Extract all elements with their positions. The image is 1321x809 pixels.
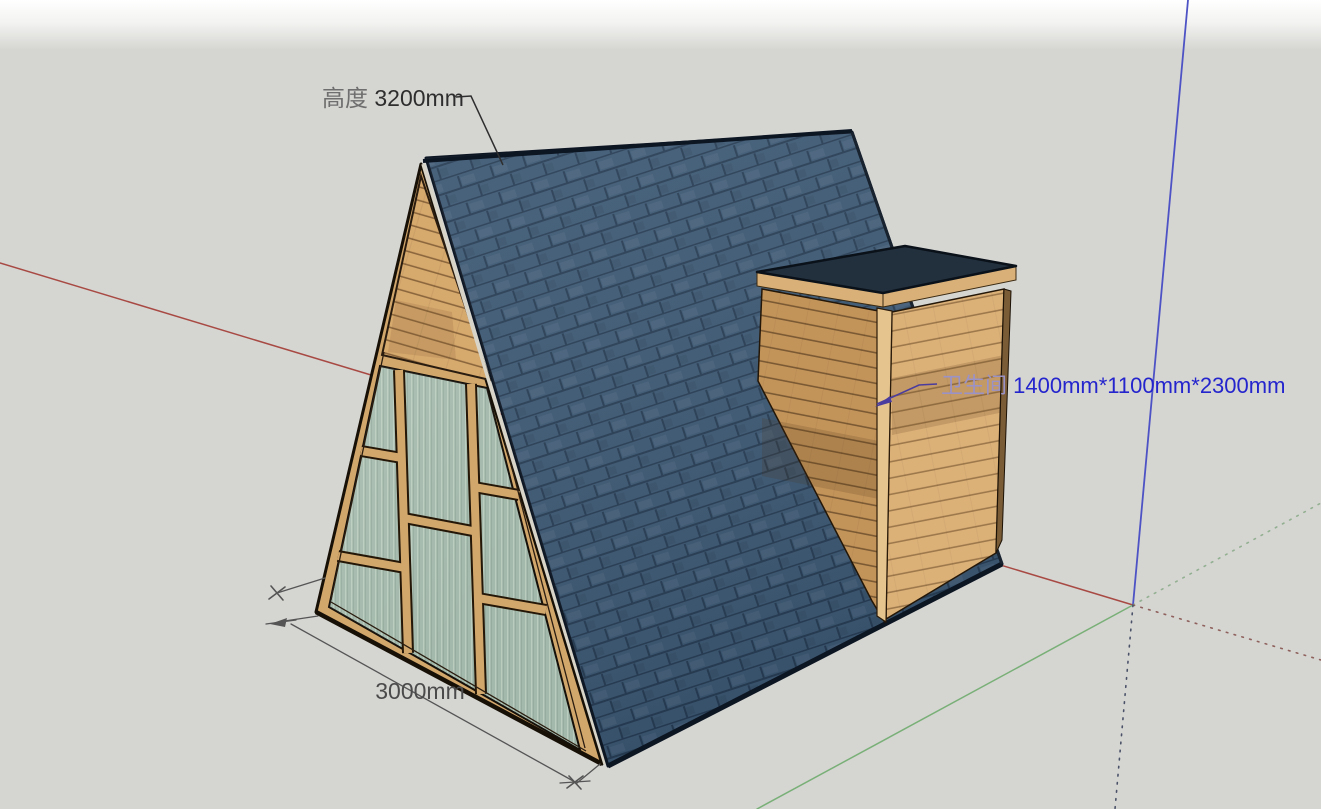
- height-label-prefix: 高度: [322, 85, 368, 111]
- top-highlight-strip: [0, 0, 1321, 50]
- bathroom-label-value: 1400mm*1100mm*2300mm: [1013, 373, 1285, 398]
- bathroom-label-prefix: 卫生间: [941, 373, 1007, 398]
- height-label[interactable]: 高度 3200mm: [322, 85, 464, 111]
- width-label[interactable]: 3000mm: [375, 678, 464, 704]
- model-canvas[interactable]: 高度 3200mm 3000mm: [0, 0, 1321, 809]
- sketchup-viewport[interactable]: 高度 3200mm 3000mm: [0, 0, 1321, 809]
- bathroom-label[interactable]: 卫生间 1400mm*1100mm*2300mm: [941, 373, 1285, 398]
- height-label-value: 3200mm: [374, 85, 463, 111]
